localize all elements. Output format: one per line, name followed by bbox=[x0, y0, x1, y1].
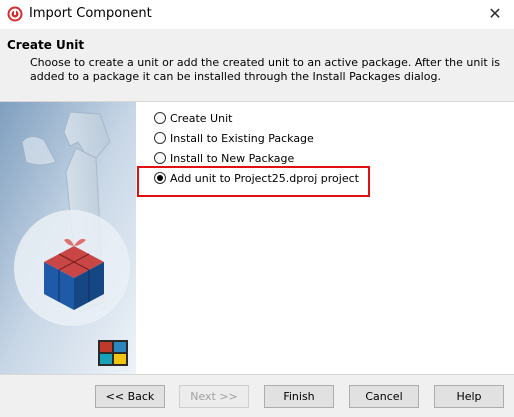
radio-install-existing-package[interactable] bbox=[154, 132, 166, 144]
option-install-existing-package[interactable]: Install to Existing Package bbox=[154, 130, 374, 148]
tiles-icon bbox=[98, 340, 128, 366]
cancel-button[interactable]: Cancel bbox=[349, 385, 419, 408]
window-title: Import Component bbox=[29, 6, 152, 21]
close-icon: ✕ bbox=[488, 4, 502, 23]
delphi-app-icon bbox=[7, 6, 23, 22]
title-bar: Import Component ✕ bbox=[0, 0, 514, 29]
next-button[interactable]: Next >> bbox=[179, 385, 249, 408]
radio-install-new-package[interactable] bbox=[154, 152, 166, 164]
highlight-annotation bbox=[137, 166, 370, 197]
option-label: Install to Existing Package bbox=[170, 132, 314, 145]
wizard-header: Create Unit Choose to create a unit or a… bbox=[0, 29, 514, 102]
back-button[interactable]: << Back bbox=[95, 385, 165, 408]
option-label: Create Unit bbox=[170, 112, 233, 125]
close-button[interactable]: ✕ bbox=[484, 3, 506, 25]
wizard-footer: << Back Next >> Finish Cancel Help bbox=[0, 374, 514, 417]
finish-button[interactable]: Finish bbox=[264, 385, 334, 408]
help-button[interactable]: Help bbox=[434, 385, 504, 408]
radio-create-unit[interactable] bbox=[154, 112, 166, 124]
wizard-side-image bbox=[0, 102, 136, 374]
wizard-content: Create Unit Install to Existing Package … bbox=[0, 102, 514, 374]
option-create-unit[interactable]: Create Unit bbox=[154, 110, 374, 128]
page-title: Create Unit bbox=[7, 38, 85, 52]
page-description: Choose to create a unit or add the creat… bbox=[30, 56, 500, 83]
